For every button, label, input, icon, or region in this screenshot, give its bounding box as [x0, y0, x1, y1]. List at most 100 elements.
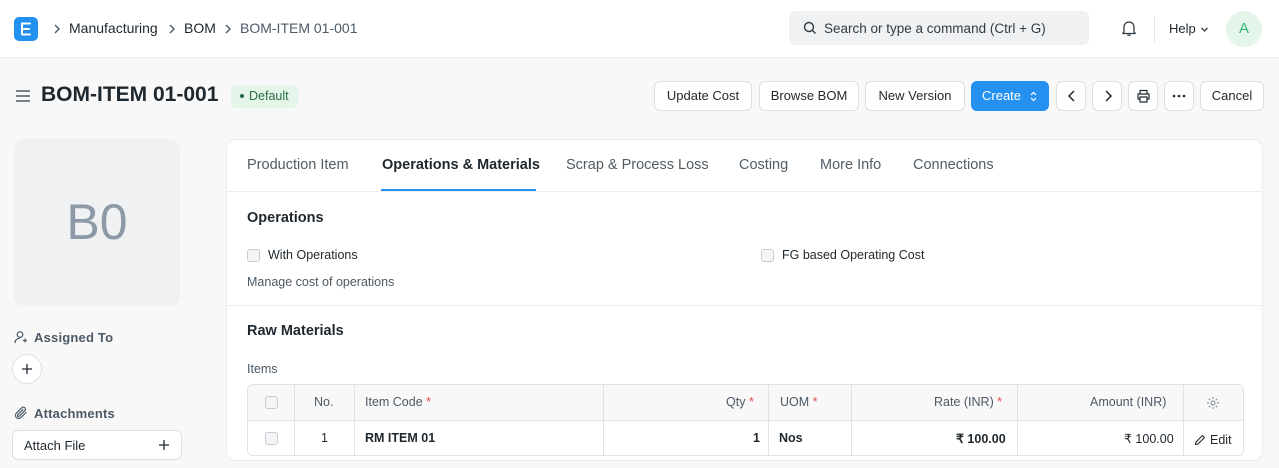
tab-scrap-process-loss[interactable]: Scrap & Process Loss: [566, 157, 709, 173]
next-button[interactable]: [1092, 81, 1122, 111]
with-operations-checkbox[interactable]: [247, 249, 260, 262]
column-divider: [294, 385, 295, 455]
row-edit-button[interactable]: Edit: [1210, 433, 1232, 447]
status-badge-label: Default: [249, 89, 289, 103]
required-marker: *: [426, 395, 432, 409]
tab-costing[interactable]: Costing: [739, 157, 788, 173]
logo-icon[interactable]: [14, 17, 38, 41]
tab-operations-materials[interactable]: Operations & Materials: [382, 157, 540, 173]
rate-header-label: Rate (INR): [934, 395, 994, 409]
more-actions-button[interactable]: [1164, 81, 1194, 111]
row-no: 1: [321, 431, 328, 445]
items-table: No. Item Code * Qty * UOM * Rate (INR) *…: [247, 384, 1244, 456]
sort-icon: [1030, 91, 1037, 102]
with-operations-label[interactable]: With Operations: [268, 248, 358, 262]
row-item-code[interactable]: RM ITEM 01: [365, 431, 435, 445]
browse-bom-button[interactable]: Browse BOM: [759, 81, 859, 111]
add-assignee-button[interactable]: [12, 354, 42, 384]
hamburger-icon[interactable]: [15, 89, 31, 103]
row-qty[interactable]: 1: [753, 431, 760, 445]
new-version-button[interactable]: New Version: [865, 81, 965, 111]
chevron-right-icon: [225, 24, 231, 34]
user-add-icon: [14, 331, 27, 344]
printer-icon: [1137, 89, 1150, 103]
more-icon: [1172, 94, 1186, 98]
fg-based-operating-cost-checkbox[interactable]: [761, 249, 774, 262]
item-code-header-label: Item Code: [365, 395, 423, 409]
breadcrumb-current[interactable]: BOM-ITEM 01-001: [240, 20, 357, 36]
avatar[interactable]: A: [1226, 11, 1262, 47]
active-tab-indicator: [381, 189, 536, 191]
help-menu[interactable]: Help: [1169, 21, 1196, 36]
row-rate[interactable]: ₹ 100.00: [956, 431, 1006, 446]
required-marker: *: [748, 395, 754, 409]
paperclip-icon: [14, 406, 27, 420]
status-dot: [240, 93, 244, 98]
previous-button[interactable]: [1056, 81, 1086, 111]
column-header-qty: Qty *: [726, 395, 754, 409]
column-divider: [1017, 385, 1018, 455]
chevron-left-icon: [1067, 90, 1075, 102]
column-header-uom: UOM *: [780, 395, 818, 409]
tab-connections[interactable]: Connections: [913, 157, 994, 173]
row-uom[interactable]: Nos: [779, 431, 803, 445]
operations-description: Manage cost of operations: [247, 275, 395, 289]
uom-header-label: UOM: [780, 395, 810, 409]
column-divider: [851, 385, 852, 455]
print-button[interactable]: [1128, 81, 1158, 111]
breadcrumb-manufacturing[interactable]: Manufacturing: [69, 20, 158, 36]
page-title: BOM-ITEM 01-001: [41, 83, 219, 106]
operations-section-title: Operations: [247, 210, 324, 226]
attach-file-button[interactable]: Attach File: [12, 430, 182, 460]
column-header-rate: Rate (INR) *: [934, 395, 1002, 409]
search-placeholder[interactable]: Search or type a command (Ctrl + G): [824, 21, 1046, 36]
form-card: Production Item Operations & Materials S…: [226, 139, 1263, 461]
navbar-divider: [1154, 16, 1155, 42]
search-icon: [803, 21, 816, 34]
attachments-label: Attachments: [34, 406, 115, 421]
plus-icon: [22, 364, 32, 374]
required-marker: *: [997, 395, 1003, 409]
fg-based-operating-cost-label[interactable]: FG based Operating Cost: [782, 248, 924, 262]
chevron-right-icon: [169, 24, 175, 34]
gear-icon[interactable]: [1206, 396, 1220, 410]
table-header: No. Item Code * Qty * UOM * Rate (INR) *…: [248, 385, 1243, 421]
column-header-no: No.: [314, 395, 334, 409]
top-navbar: Manufacturing BOM BOM-ITEM 01-001 Search…: [0, 0, 1279, 58]
chevron-down-icon[interactable]: [1200, 25, 1209, 34]
column-divider: [354, 385, 355, 455]
chevron-right-icon: [54, 24, 60, 34]
breadcrumb-bom[interactable]: BOM: [184, 20, 216, 36]
raw-materials-section-title: Raw Materials: [247, 323, 344, 339]
search-bar[interactable]: Search or type a command (Ctrl + G): [789, 11, 1089, 45]
bell-icon[interactable]: [1120, 19, 1138, 37]
tab-more-info[interactable]: More Info: [820, 157, 881, 173]
row-select-checkbox[interactable]: [265, 432, 278, 445]
row-amount: ₹ 100.00: [1124, 432, 1174, 446]
column-header-item-code: Item Code *: [365, 395, 431, 409]
cancel-button[interactable]: Cancel: [1200, 81, 1264, 111]
column-divider: [603, 385, 604, 455]
column-divider: [1183, 385, 1184, 455]
plus-icon: [159, 440, 169, 450]
qty-header-label: Qty: [726, 395, 746, 409]
tab-bar: Production Item Operations & Materials S…: [227, 140, 1262, 192]
table-row[interactable]: 1 RM ITEM 01 1 Nos ₹ 100.00 ₹ 100.00 Edi…: [248, 421, 1243, 455]
required-marker: *: [812, 395, 818, 409]
chevron-right-icon: [1105, 90, 1113, 102]
image-initials: B0: [66, 194, 128, 250]
tab-production-item[interactable]: Production Item: [247, 157, 349, 173]
pencil-icon[interactable]: [1194, 434, 1206, 446]
column-divider: [768, 385, 769, 455]
create-button[interactable]: Create: [971, 81, 1049, 111]
document-image-placeholder[interactable]: B0: [14, 139, 180, 306]
create-button-label: Create: [982, 88, 1022, 103]
update-cost-button[interactable]: Update Cost: [654, 81, 752, 111]
attach-file-label: Attach File: [24, 438, 86, 453]
column-header-amount: Amount (INR): [1090, 395, 1167, 409]
assigned-to-label: Assigned To: [34, 330, 114, 345]
status-badge: Default: [231, 85, 298, 108]
section-divider: [227, 305, 1262, 306]
select-all-checkbox[interactable]: [265, 396, 278, 409]
items-label: Items: [247, 362, 278, 376]
